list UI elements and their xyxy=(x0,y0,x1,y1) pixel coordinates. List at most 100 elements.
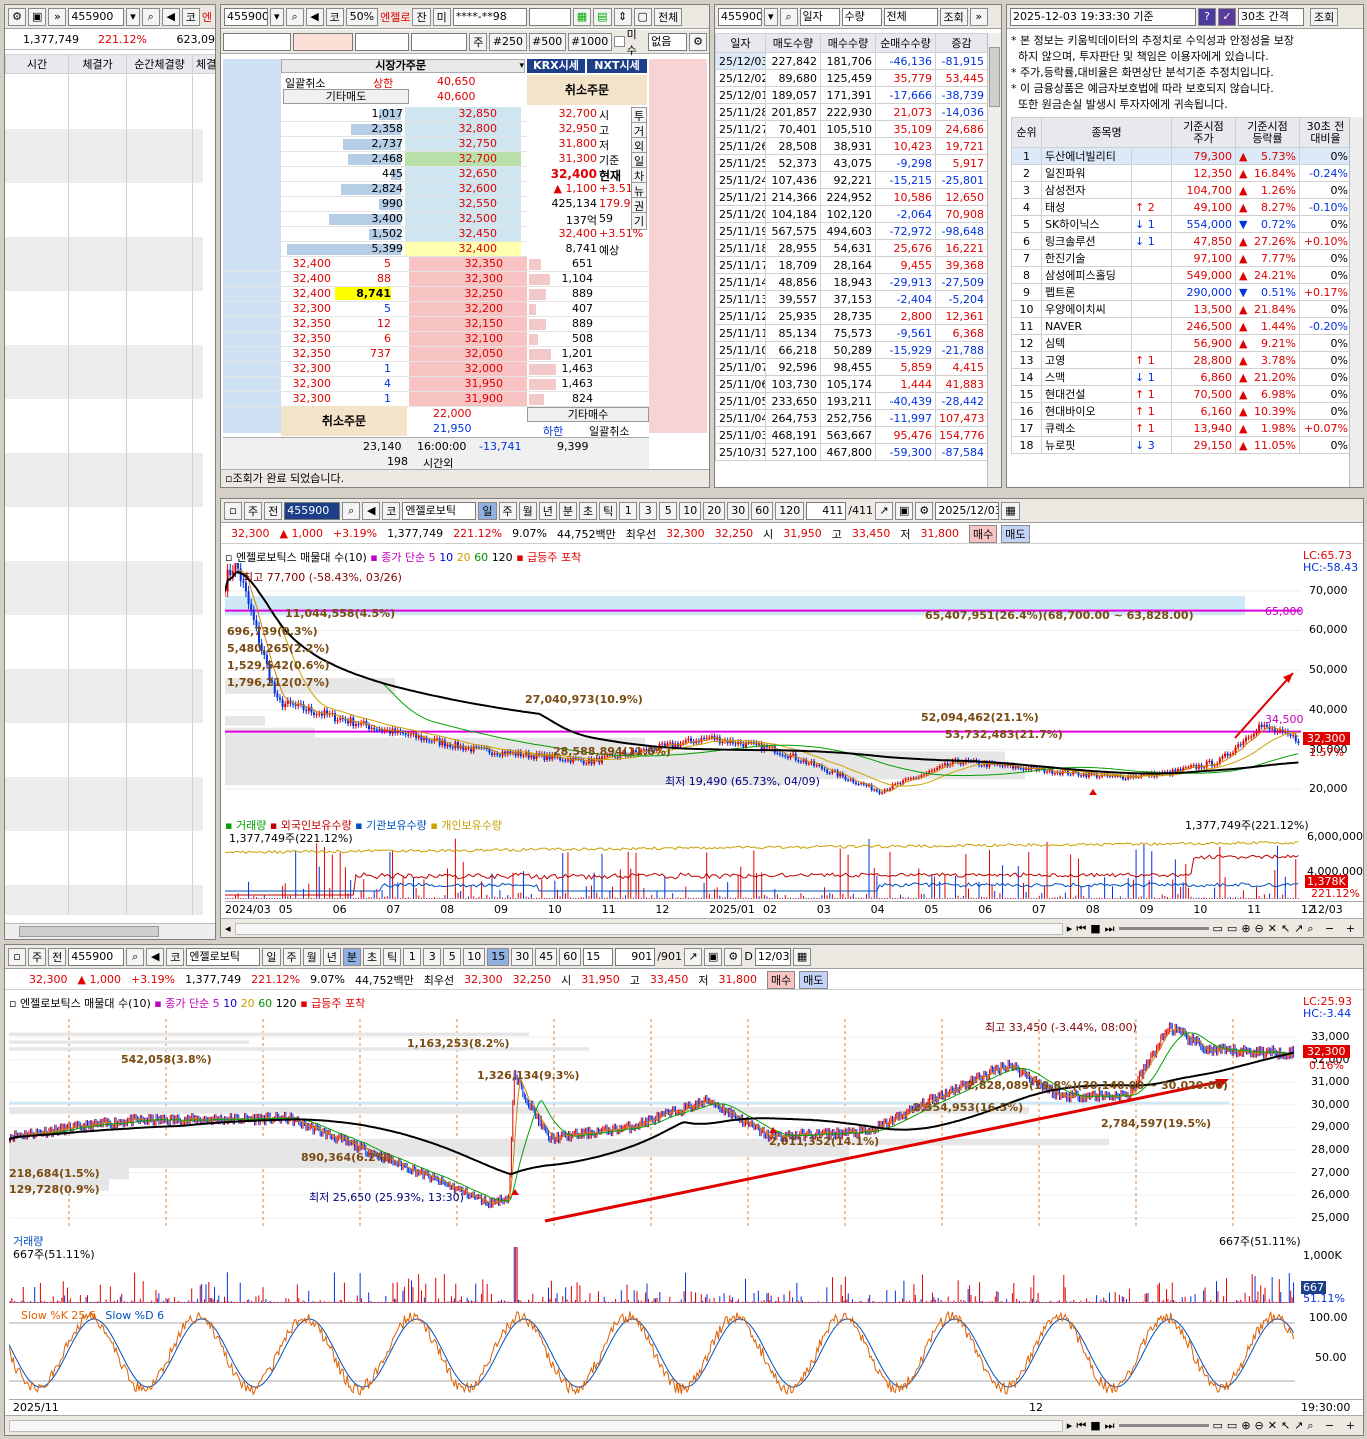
expand-icon[interactable]: » xyxy=(969,7,988,26)
table-row[interactable]: 4 태성 ↑ 2 49,100 ▲ 8.27% -0.10% xyxy=(1011,198,1352,216)
rank-name[interactable]: 큐렉소 xyxy=(1041,419,1132,437)
table-row[interactable]: 8 삼성에피스홀딩 549,000 ▲ 24.21% 0% xyxy=(1011,266,1352,284)
last-icon[interactable]: ⏭ xyxy=(1105,1419,1115,1433)
ask-price[interactable]: 32,450 xyxy=(405,227,521,241)
minute-volume-chart[interactable] xyxy=(9,1245,1295,1303)
tool-icons[interactable]: ▭▭⊕⊖✕↖↗⌕ − + xyxy=(1213,922,1359,936)
search-icon[interactable]: ⌕ xyxy=(779,7,798,26)
bid-row[interactable]: 32,150 889 xyxy=(409,317,649,332)
calendar-icon[interactable]: ▦ xyxy=(1001,501,1020,520)
bid-price[interactable]: 32,150 xyxy=(409,317,527,331)
order-price-input[interactable] xyxy=(292,32,353,51)
bid-price[interactable]: 32,000 xyxy=(409,362,527,376)
ask-row[interactable]: 2,824 32,600 xyxy=(281,182,527,197)
sell-button[interactable]: 매도 xyxy=(1001,524,1030,543)
ask-row[interactable]: 990 32,550 xyxy=(281,197,527,212)
stock-type-button[interactable]: 주 xyxy=(244,501,263,520)
zoom-slider[interactable] xyxy=(1118,927,1209,930)
table-row[interactable]: 12 심텍 56,900 ▲ 9.21% 0% xyxy=(1011,334,1352,352)
ask-price[interactable]: 32,700 xyxy=(405,152,521,166)
table-row[interactable]: 25/11/05 233,650 193,211 -40,439 -28,442 xyxy=(715,392,988,410)
table-row[interactable]: 25/12/02 89,680 125,459 35,779 53,445 xyxy=(715,69,988,87)
period-button[interactable]: 년 xyxy=(322,947,341,966)
misu-checkbox[interactable] xyxy=(613,36,625,47)
lock-icon[interactable]: ▣ xyxy=(28,7,47,26)
balance-button[interactable]: 잔 xyxy=(412,7,431,26)
ask-row[interactable]: 3,400 32,500 xyxy=(281,212,527,227)
daily-code-input[interactable]: 455900 xyxy=(718,7,762,26)
table-row[interactable]: 25/11/21 214,366 224,952 10,586 12,650 xyxy=(715,188,988,206)
ask-price[interactable]: 32,750 xyxy=(405,137,521,151)
table-row[interactable]: 25/11/12 25,935 28,735 2,800 12,361 xyxy=(715,307,988,325)
speaker-icon[interactable]: ◀ xyxy=(362,501,381,520)
period-button[interactable]: 년 xyxy=(538,501,557,520)
layout-icon[interactable]: ▢ xyxy=(633,7,652,26)
stochastic-chart[interactable] xyxy=(9,1307,1295,1399)
interval-button[interactable]: 60 xyxy=(751,501,774,520)
table-row[interactable]: 25/12/01 189,057 171,391 -17,666 -38,739 xyxy=(715,86,988,104)
daily-chart-scrollbar[interactable]: ◂ ▸ ⏮ ■ ⏭ ▭▭⊕⊖✕↖↗⌕ − + xyxy=(221,918,1363,937)
table-row[interactable]: 18 뉴로핏 ↓ 3 29,150 ▲ 11.05% 0% xyxy=(1011,436,1352,454)
order-qty2-input[interactable] xyxy=(411,32,468,51)
scope-select[interactable]: 전체 xyxy=(883,7,938,26)
period-button[interactable]: 분 xyxy=(558,501,577,520)
table-row[interactable]: 25/11/19 567,575 494,603 -72,972 -98,648 xyxy=(715,222,988,240)
condition-select[interactable]: 없음 xyxy=(648,32,687,51)
whole-button[interactable]: 전 xyxy=(264,501,283,520)
interval-button[interactable]: 10 xyxy=(679,501,702,520)
order-code-input[interactable]: 455900 xyxy=(224,7,268,26)
bid-row[interactable]: 31,950 1,463 xyxy=(409,377,649,392)
interval-button[interactable]: 120 xyxy=(775,501,805,520)
speaker-icon[interactable]: ◀ xyxy=(305,7,324,26)
period-button[interactable]: 틱 xyxy=(383,947,402,966)
rank-name[interactable]: 삼성전자 xyxy=(1041,181,1132,199)
ask-row[interactable]: 5,399 32,400 xyxy=(281,242,527,257)
rank-name[interactable]: 일진파워 xyxy=(1041,164,1132,182)
interval-button[interactable]: 60 xyxy=(559,947,582,966)
nxt-tab[interactable]: NXT시세 xyxy=(587,59,647,73)
share-unit-button[interactable]: 주 xyxy=(469,32,488,51)
interval-select[interactable]: 30초 간격 xyxy=(1238,7,1304,26)
bid-price[interactable]: 31,900 xyxy=(409,392,527,406)
tick-hscroll[interactable] xyxy=(5,923,215,939)
table-row[interactable]: 25/11/27 70,401 105,510 35,109 24,686 xyxy=(715,120,988,138)
first-icon[interactable]: ⏮ xyxy=(1076,1419,1086,1433)
table-row[interactable]: 25/11/18 28,955 54,631 25,676 16,221 xyxy=(715,239,988,257)
rank-name[interactable]: 고영 xyxy=(1041,351,1132,369)
scroll-right-icon[interactable]: ▸ xyxy=(1067,922,1073,935)
table-row[interactable]: 25/11/17 18,709 28,164 9,455 39,368 xyxy=(715,256,988,274)
minute-select[interactable]: 15 xyxy=(583,947,614,966)
interval-button[interactable]: 5 xyxy=(443,947,462,966)
bar-count-input[interactable]: 411 xyxy=(806,501,847,520)
scroll-track[interactable] xyxy=(9,1419,1063,1432)
help-icon[interactable]: ? xyxy=(1198,7,1216,26)
table-row[interactable]: 17 큐렉소 ↑ 1 13,940 ▲ 1.98% +0.07% xyxy=(1011,419,1352,437)
interval-button[interactable]: 30 xyxy=(727,501,750,520)
ask-price[interactable]: 32,600 xyxy=(405,182,521,196)
grid-icon[interactable]: ▦ xyxy=(572,7,592,26)
rank-name[interactable]: 펩트론 xyxy=(1041,283,1132,301)
interval-button[interactable]: 10 xyxy=(463,947,486,966)
table-row[interactable]: 9 펩트론 290,000 ▼ 0.51% +0.17% xyxy=(1011,283,1352,301)
whole-button[interactable]: 전체 xyxy=(653,7,683,26)
search-icon[interactable]: ⌕ xyxy=(126,947,145,966)
whole-button[interactable]: 전 xyxy=(48,947,67,966)
period-button[interactable]: 주 xyxy=(498,501,517,520)
settings-icon[interactable]: ⚙ xyxy=(915,501,934,520)
bid-price[interactable]: 31,950 xyxy=(409,377,527,391)
gear-icon[interactable]: ▫ xyxy=(224,501,242,520)
qty-select[interactable]: 수량 xyxy=(841,7,882,26)
percent-toggle[interactable]: 50% xyxy=(345,7,379,26)
buy-button[interactable]: 매수 xyxy=(767,970,796,989)
chart-code-input[interactable]: 455900 xyxy=(68,947,125,966)
table-row[interactable]: 2 일진파워 12,350 ▲ 16.84% -0.24% xyxy=(1011,164,1352,182)
rank-name[interactable]: 링크솔루션 xyxy=(1041,232,1132,250)
dropdown-icon[interactable]: ▾ xyxy=(270,7,284,26)
rank-name[interactable]: 현대바이오 xyxy=(1041,402,1132,420)
stock-type-button[interactable]: 주 xyxy=(28,947,47,966)
table-row[interactable]: 13 고영 ↑ 1 28,800 ▲ 3.78% 0% xyxy=(1011,351,1352,369)
period-button[interactable]: 초 xyxy=(363,947,382,966)
gear-icon[interactable]: ⚙ xyxy=(8,7,26,26)
bid-row[interactable]: 32,250 889 xyxy=(409,287,649,302)
account-input[interactable]: ****-**98 xyxy=(452,7,527,26)
